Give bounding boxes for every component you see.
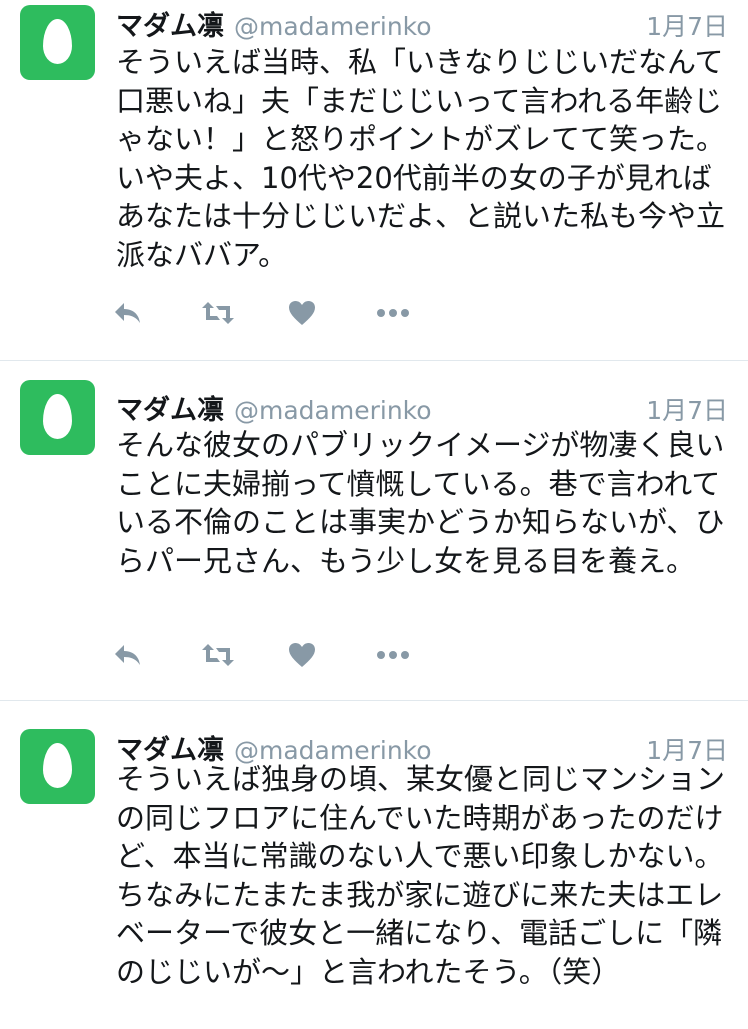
divider — [0, 360, 748, 361]
tweet-actions — [112, 640, 464, 670]
tweet-actions — [112, 298, 464, 328]
display-name[interactable]: マダム凛 — [116, 4, 224, 43]
tweet-text: そういえば独身の頃、某女優と同じマンションの同じフロアに住んでいた時期があったの… — [116, 762, 726, 989]
tweet-date[interactable]: 1月7日 — [646, 7, 728, 43]
user-handle[interactable]: @madamerinko — [234, 12, 432, 41]
more-icon — [377, 651, 409, 659]
retweet-icon — [202, 302, 234, 324]
reply-button[interactable] — [112, 298, 200, 328]
tweet-header: マダム凛 @madamerinko 1月7日 — [116, 728, 728, 766]
tweet[interactable]: マダム凛 @madamerinko 1月7日 そんな彼女のパブリックイメージが物… — [0, 362, 748, 700]
tweet-header: マダム凛 @madamerinko 1月7日 — [116, 388, 728, 427]
tweet-date[interactable]: 1月7日 — [646, 391, 728, 427]
retweet-button[interactable] — [200, 640, 288, 670]
heart-icon — [289, 643, 315, 667]
more-icon — [377, 309, 409, 317]
tweet[interactable]: マダム凛 @madamerinko 1月7日 そういえば独身の頃、某女優と同じマ… — [0, 702, 748, 1029]
retweet-button[interactable] — [200, 298, 288, 328]
like-button[interactable] — [288, 298, 376, 328]
more-button[interactable] — [376, 298, 464, 328]
egg-icon — [43, 394, 72, 439]
divider — [0, 700, 748, 701]
avatar[interactable] — [20, 729, 95, 804]
more-button[interactable] — [376, 640, 464, 670]
display-name[interactable]: マダム凛 — [116, 388, 224, 427]
egg-icon — [43, 743, 72, 788]
user-handle[interactable]: @madamerinko — [234, 396, 432, 425]
avatar[interactable] — [20, 380, 95, 455]
tweet[interactable]: マダム凛 @madamerinko 1月7日 そういえば当時、私「いきなりじじい… — [0, 0, 748, 360]
heart-icon — [289, 301, 315, 325]
retweet-icon — [202, 644, 234, 666]
reply-button[interactable] — [112, 640, 200, 670]
like-button[interactable] — [288, 640, 376, 670]
avatar[interactable] — [20, 5, 95, 80]
tweet-text: そんな彼女のパブリックイメージが物凄く良いことに夫婦揃って憤慨している。巷で言わ… — [116, 428, 725, 578]
egg-icon — [43, 19, 72, 64]
reply-icon — [115, 303, 140, 323]
tweet-text: そういえば当時、私「いきなりじじいだなんて口悪いね」夫「まだじじいって言われる年… — [116, 45, 726, 272]
tweet-header: マダム凛 @madamerinko 1月7日 — [116, 4, 728, 43]
reply-icon — [115, 645, 140, 665]
